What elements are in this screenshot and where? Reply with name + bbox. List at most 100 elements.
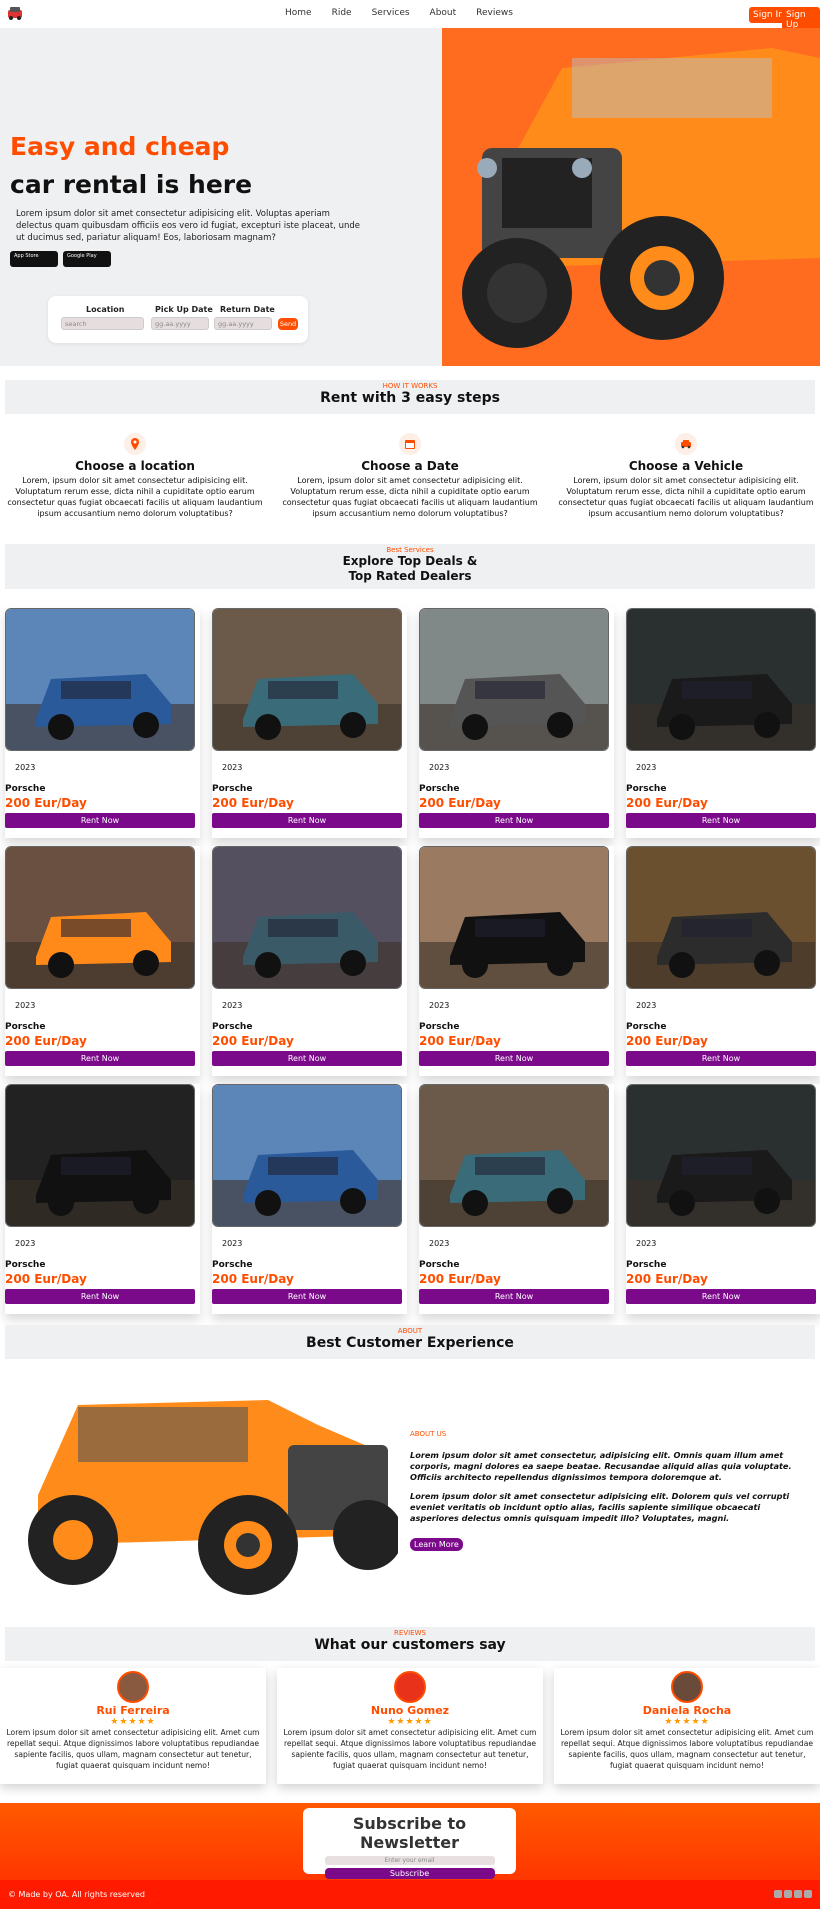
- rent-now-button[interactable]: Rent Now: [5, 1051, 195, 1066]
- about-title: Best Customer Experience: [306, 1335, 514, 1351]
- car-year: 2023: [15, 1001, 36, 1010]
- about-paragraph-2: Lorem ipsum dolor sit amet consectetur a…: [410, 1491, 790, 1523]
- rent-now-button[interactable]: Rent Now: [212, 1289, 402, 1304]
- avatar: [671, 1671, 703, 1703]
- car-price: 200 Eur/Day: [5, 1272, 87, 1286]
- car-price: 200 Eur/Day: [419, 1272, 501, 1286]
- car-photo: [212, 608, 402, 751]
- newsletter-box: Subscribe to Newsletter Enter your email…: [303, 1808, 516, 1879]
- rent-now-button[interactable]: Rent Now: [626, 1289, 816, 1304]
- rent-now-button[interactable]: Rent Now: [5, 813, 195, 828]
- deals-title-line1: Explore Top Deals &: [342, 554, 478, 568]
- car-make: Porsche: [5, 1022, 46, 1032]
- how-title: Rent with 3 easy steps: [320, 390, 500, 406]
- reviews-eyebrow: REVIEWS: [394, 1629, 426, 1637]
- review-text: Lorem ipsum dolor sit amet consectetur a…: [560, 1728, 814, 1770]
- google-play-button[interactable]: Google Play: [63, 251, 111, 267]
- step-text: Lorem, ipsum dolor sit amet consectetur …: [7, 476, 263, 518]
- car-year: 2023: [636, 763, 657, 772]
- car-icon: [675, 433, 697, 455]
- car-make: Porsche: [212, 784, 253, 794]
- rent-now-button[interactable]: Rent Now: [419, 813, 609, 828]
- newsletter-title: Subscribe to Newsletter: [352, 1814, 467, 1852]
- car-year: 2023: [15, 1239, 36, 1248]
- avatar: [394, 1671, 426, 1703]
- linkedin-icon[interactable]: [774, 1890, 782, 1898]
- step-vehicle: Choose a Vehicle Lorem, ipsum dolor sit …: [556, 433, 816, 519]
- nav-ride[interactable]: Ride: [332, 8, 352, 18]
- deal-card: 2023 Porsche 200 Eur/Day Rent Now: [626, 1084, 820, 1314]
- header: Home Ride Services About Reviews Sign In…: [0, 0, 820, 33]
- deal-card: 2023 Porsche 200 Eur/Day Rent Now: [419, 608, 614, 838]
- car-year: 2023: [636, 1001, 657, 1010]
- deal-card: 2023 Porsche 200 Eur/Day Rent Now: [5, 608, 200, 838]
- car-price: 200 Eur/Day: [626, 1272, 708, 1286]
- location-label: Location: [86, 305, 125, 314]
- rent-now-button[interactable]: Rent Now: [212, 813, 402, 828]
- rent-now-button[interactable]: Rent Now: [626, 813, 816, 828]
- rent-now-button[interactable]: Rent Now: [419, 1289, 609, 1304]
- step-title: Choose a Vehicle: [628, 459, 744, 473]
- hero-paragraph: Lorem ipsum dolor sit amet consectetur a…: [16, 209, 360, 243]
- car-price: 200 Eur/Day: [5, 1034, 87, 1048]
- deal-card: 2023 Porsche 200 Eur/Day Rent Now: [212, 608, 407, 838]
- deals-title-line2: Top Rated Dealers: [348, 569, 472, 583]
- about-label: ABOUT US: [410, 1430, 447, 1438]
- car-make: Porsche: [626, 784, 667, 794]
- subscribe-button[interactable]: Subscribe: [324, 1868, 495, 1879]
- nav-reviews[interactable]: Reviews: [476, 8, 513, 18]
- instagram-icon[interactable]: [794, 1890, 802, 1898]
- facebook-icon[interactable]: [784, 1890, 792, 1898]
- deal-card: 2023 Porsche 200 Eur/Day Rent Now: [626, 608, 820, 838]
- deal-card: 2023 Porsche 200 Eur/Day Rent Now: [626, 846, 820, 1076]
- avatar: [117, 1671, 149, 1703]
- nav-home[interactable]: Home: [285, 8, 312, 18]
- step-date: Choose a Date Lorem, ipsum dolor sit ame…: [280, 433, 540, 519]
- car-logo-icon[interactable]: [6, 5, 24, 21]
- review-card: Rui Ferreira ★★★★★ Lorem ipsum dolor sit…: [0, 1668, 266, 1784]
- deal-card: 2023 Porsche 200 Eur/Day Rent Now: [419, 1084, 614, 1314]
- reviews-title: What our customers say: [314, 1637, 506, 1653]
- car-make: Porsche: [626, 1260, 667, 1270]
- send-button[interactable]: Send: [278, 318, 298, 330]
- about-paragraph-1: Lorem ipsum dolor sit amet consectetur, …: [410, 1450, 792, 1482]
- reviews-header: REVIEWS What our customers say: [5, 1627, 815, 1661]
- step-title: Choose a Date: [361, 459, 459, 473]
- pickup-date-input[interactable]: gg.aa.yyyy: [151, 317, 209, 330]
- rating-stars: ★★★★★: [110, 1717, 156, 1727]
- rent-now-button[interactable]: Rent Now: [212, 1051, 402, 1066]
- pickup-label: Pick Up Date: [155, 305, 213, 314]
- car-year: 2023: [429, 1001, 450, 1010]
- booking-form: Location search Pick Up Date gg.aa.yyyy …: [48, 296, 308, 343]
- how-header: HOW IT WORKS Rent with 3 easy steps: [5, 380, 815, 414]
- car-photo: [5, 846, 195, 989]
- about-header: ABOUT Best Customer Experience: [5, 1325, 815, 1359]
- step-title: Choose a location: [75, 459, 195, 473]
- car-price: 200 Eur/Day: [5, 796, 87, 810]
- rent-now-button[interactable]: Rent Now: [419, 1051, 609, 1066]
- location-pin-icon: [124, 433, 146, 455]
- review-text: Lorem ipsum dolor sit amet consectetur a…: [6, 1728, 260, 1770]
- social-links: [774, 1890, 812, 1898]
- return-date-input[interactable]: gg.aa.yyyy: [214, 317, 272, 330]
- rent-now-button[interactable]: Rent Now: [626, 1051, 816, 1066]
- app-store-button[interactable]: App Store: [10, 251, 58, 267]
- nav-services[interactable]: Services: [372, 8, 410, 18]
- car-year: 2023: [222, 1239, 243, 1248]
- location-input[interactable]: search: [61, 317, 144, 330]
- car-price: 200 Eur/Day: [626, 1034, 708, 1048]
- learn-more-button[interactable]: Learn More: [410, 1538, 463, 1551]
- deal-card: 2023 Porsche 200 Eur/Day Rent Now: [5, 1084, 200, 1314]
- car-make: Porsche: [419, 784, 460, 794]
- nav-about[interactable]: About: [430, 8, 457, 18]
- car-make: Porsche: [5, 1260, 46, 1270]
- car-photo: [626, 846, 816, 989]
- rent-now-button[interactable]: Rent Now: [5, 1289, 195, 1304]
- main-nav: Home Ride Services About Reviews: [285, 8, 533, 18]
- car-price: 200 Eur/Day: [212, 1272, 294, 1286]
- x-icon[interactable]: [804, 1890, 812, 1898]
- car-year: 2023: [636, 1239, 657, 1248]
- reviewer-name: Nuno Gomez: [370, 1704, 450, 1717]
- email-input[interactable]: Enter your email: [324, 1856, 495, 1865]
- about-text-block: ABOUT US Lorem ipsum dolor sit amet cons…: [410, 1430, 810, 1551]
